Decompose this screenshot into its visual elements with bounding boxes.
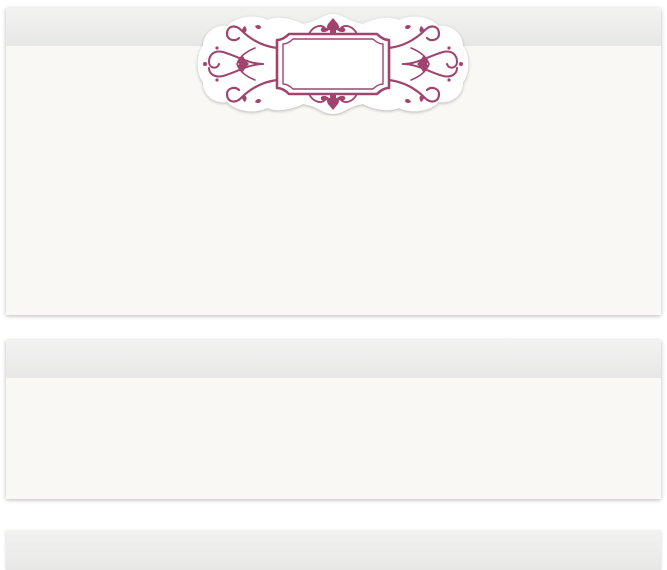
panel-body (6, 378, 661, 499)
page (0, 0, 667, 570)
content-panel-bottom (6, 530, 661, 570)
decorative-frame-icon (193, 12, 473, 116)
panel-header (6, 530, 661, 570)
content-panel-middle (6, 340, 661, 499)
panel-header (6, 340, 661, 379)
